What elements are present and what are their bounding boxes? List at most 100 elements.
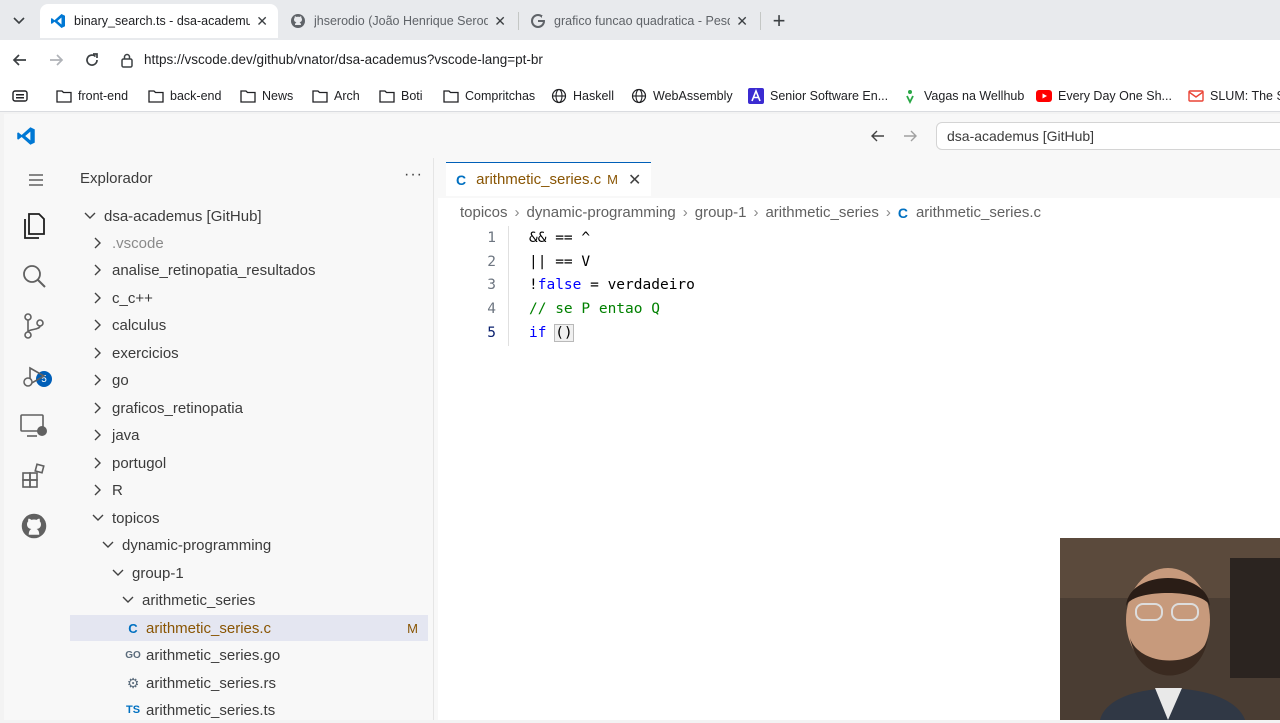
tab-title: grafico funcao quadratica - Pesqu <box>554 14 731 28</box>
line-text: if () <box>529 324 574 342</box>
bookmark-compritchas[interactable]: Compritchas <box>443 86 535 106</box>
vscode-icon <box>50 13 66 29</box>
breadcrumb-item[interactable]: arithmetic_series.c <box>916 204 1041 221</box>
bookmark-label: Senior Software En... <box>770 89 889 103</box>
back-arrow-icon[interactable] <box>868 126 888 146</box>
tree-folder[interactable]: analise_retinopatia_resultados <box>70 257 428 283</box>
source-control-icon[interactable] <box>18 310 50 342</box>
tree-folder[interactable]: R <box>70 477 428 503</box>
bookmark-wellhub[interactable]: Vagas na Wellhub <box>902 86 1024 106</box>
close-tab-icon[interactable]: ✕ <box>736 13 748 30</box>
bookmark-back-end[interactable]: back-end <box>148 86 221 106</box>
tree-folder-open[interactable]: dynamic-programming <box>70 532 428 558</box>
explorer-files-icon[interactable] <box>18 210 50 242</box>
bookmark-webassembly[interactable]: WebAssembly <box>631 86 733 106</box>
tab-separator <box>518 12 519 30</box>
tree-folder[interactable]: go <box>70 367 428 393</box>
bookmark-label: Compritchas <box>465 89 536 103</box>
tree-folder-open[interactable]: group-1 <box>70 560 428 586</box>
run-debug-icon[interactable] <box>18 360 50 392</box>
breadcrumb-item[interactable]: dynamic-programming <box>527 204 676 221</box>
tree-folder[interactable]: portugol <box>70 450 428 476</box>
tree-folder[interactable]: calculus <box>70 312 428 338</box>
tree-folder[interactable]: graficos_retinopatia <box>70 395 428 421</box>
tree-root[interactable]: dsa-academus [GitHub] <box>70 203 428 229</box>
folder-icon <box>56 88 72 104</box>
new-tab-icon[interactable]: + <box>766 8 792 34</box>
github-icon[interactable] <box>18 510 50 542</box>
extensions-icon[interactable] <box>18 460 50 492</box>
breadcrumb-item[interactable]: group-1 <box>695 204 747 221</box>
menu-icon[interactable] <box>20 164 52 196</box>
tree-label: dsa-academus [GitHub] <box>104 207 262 225</box>
breadcrumb: topicos › dynamic-programming › group-1 … <box>460 204 1041 221</box>
back-arrow-icon[interactable] <box>8 48 32 72</box>
text-token: = verdadeiro <box>581 277 695 293</box>
chevron-right-icon <box>90 290 106 306</box>
chevron-right-icon: › <box>682 204 688 221</box>
chevron-right-icon: › <box>514 204 520 221</box>
bookmark-senior-software[interactable]: Senior Software En... <box>748 86 888 106</box>
tree-folder[interactable]: java <box>70 422 428 448</box>
apps-icon[interactable] <box>12 86 28 106</box>
bookmark-front-end[interactable]: front-end <box>56 86 128 106</box>
bookmarks-bar: front-end back-end News Arch Boti Compri… <box>0 80 1280 112</box>
editor-tab-strip: C arithmetic_series.c M ✕ <box>438 158 1280 198</box>
globe-icon <box>631 88 647 104</box>
line-number: 4 <box>487 301 496 317</box>
line-text: || == V <box>529 254 591 270</box>
forward-arrow-icon[interactable] <box>44 48 68 72</box>
tree-folder[interactable]: .vscode <box>70 230 428 256</box>
modified-badge: M <box>607 172 619 187</box>
breadcrumb-item[interactable]: arithmetic_series <box>765 204 878 221</box>
command-center-search[interactable]: dsa-academus [GitHub] <box>936 122 1280 150</box>
site-info-lock-icon[interactable] <box>120 52 136 68</box>
bookmark-label: front-end <box>78 89 129 103</box>
tree-file-selected[interactable]: C arithmetic_series.c M <box>70 615 428 641</box>
c-file-icon: C <box>897 204 908 221</box>
browser-tab-active[interactable]: binary_search.ts - dsa-academus [G ✕ <box>40 4 278 38</box>
forward-arrow-icon[interactable] <box>900 126 920 146</box>
tree-folder[interactable]: c_c++ <box>70 285 428 311</box>
tree-label: group-1 <box>132 564 184 582</box>
c-file-icon: C <box>456 171 467 188</box>
tree-file[interactable]: GO arithmetic_series.go <box>70 642 428 668</box>
tab-search-chevron-icon[interactable] <box>6 8 32 34</box>
bracket-pair: () <box>554 324 574 342</box>
editor-tab-active[interactable]: C arithmetic_series.c M ✕ <box>446 162 652 196</box>
vscode-logo-icon[interactable] <box>16 126 36 146</box>
more-actions-icon[interactable]: ··· <box>404 166 423 184</box>
browser-tab-google[interactable]: grafico funcao quadratica - Pesqu ✕ <box>520 4 758 38</box>
reload-icon[interactable] <box>80 48 104 72</box>
tree-folder-open[interactable]: arithmetic_series <box>70 587 428 613</box>
url-input[interactable]: https://vscode.dev/github/vnator/dsa-aca… <box>144 52 543 67</box>
tree-label: portugol <box>112 454 167 472</box>
search-icon[interactable] <box>18 260 50 292</box>
close-icon[interactable]: ✕ <box>628 170 641 190</box>
bookmark-news[interactable]: News <box>240 86 293 106</box>
tree-file[interactable]: ⚙ arithmetic_series.rs <box>70 670 428 696</box>
webcam-overlay <box>1060 538 1280 720</box>
address-bar: https://vscode.dev/github/vnator/dsa-aca… <box>0 40 1280 80</box>
bookmark-label: News <box>262 89 294 103</box>
remote-explorer-icon[interactable] <box>18 410 50 442</box>
line-gutter-guide <box>508 226 509 346</box>
bookmark-boti[interactable]: Boti <box>379 86 423 106</box>
tree-folder-open[interactable]: topicos <box>70 505 428 531</box>
bookmark-slum[interactable]: SLUM: The Sh <box>1188 86 1280 106</box>
tree-label: go <box>112 371 129 389</box>
line-number: 2 <box>487 254 496 270</box>
bookmark-every-day[interactable]: Every Day One Sh... <box>1036 86 1172 106</box>
go-file-icon: GO <box>125 649 141 661</box>
bookmark-haskell[interactable]: Haskell <box>551 86 614 106</box>
tree-folder[interactable]: exercicios <box>70 340 428 366</box>
close-tab-icon[interactable]: ✕ <box>494 13 506 30</box>
tree-file[interactable]: TS arithmetic_series.ts <box>70 697 428 723</box>
bookmark-arch[interactable]: Arch <box>312 86 360 106</box>
breadcrumb-item[interactable]: topicos <box>460 204 508 221</box>
folder-icon <box>312 88 328 104</box>
line-number: 3 <box>487 277 496 293</box>
editor-tab-label: arithmetic_series.c <box>476 171 602 188</box>
browser-tab-github[interactable]: jhserodio (João Henrique Serodio) ✕ <box>280 4 516 38</box>
close-tab-icon[interactable]: ✕ <box>256 13 268 30</box>
